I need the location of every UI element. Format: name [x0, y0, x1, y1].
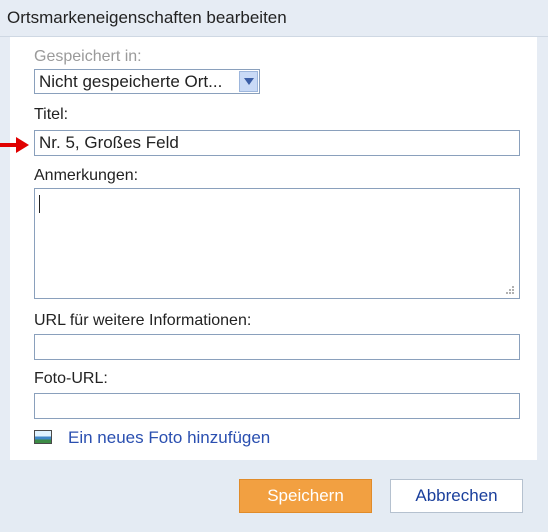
- save-button[interactable]: Speichern: [239, 479, 372, 513]
- saved-in-label: Gespeichert in:: [34, 48, 142, 65]
- dialog-title: Ortsmarkeneigenschaften bearbeiten: [7, 8, 287, 27]
- url-input[interactable]: [34, 334, 520, 360]
- title-input[interactable]: [34, 130, 520, 156]
- text-caret: [39, 195, 40, 213]
- dialog-title-bar: Ortsmarkeneigenschaften bearbeiten: [0, 0, 548, 37]
- resize-grip-icon[interactable]: [503, 285, 515, 295]
- photo-icon: [34, 430, 52, 444]
- notes-label: Anmerkungen:: [34, 167, 139, 184]
- url-label: URL für weitere Informationen:: [34, 312, 252, 329]
- photo-url-label: Foto-URL:: [34, 370, 108, 387]
- chevron-down-icon[interactable]: [239, 71, 258, 92]
- photo-url-input[interactable]: [34, 393, 520, 419]
- red-arrow-icon: [0, 137, 29, 153]
- cancel-button[interactable]: Abbrechen: [390, 479, 523, 513]
- saved-in-value: Nicht gespeicherte Ort...: [39, 72, 223, 91]
- saved-in-select[interactable]: Nicht gespeicherte Ort...: [34, 69, 260, 94]
- add-photo-label[interactable]: Ein neues Foto hinzufügen: [68, 428, 270, 448]
- notes-textarea[interactable]: [34, 188, 520, 299]
- title-label: Titel:: [34, 106, 69, 123]
